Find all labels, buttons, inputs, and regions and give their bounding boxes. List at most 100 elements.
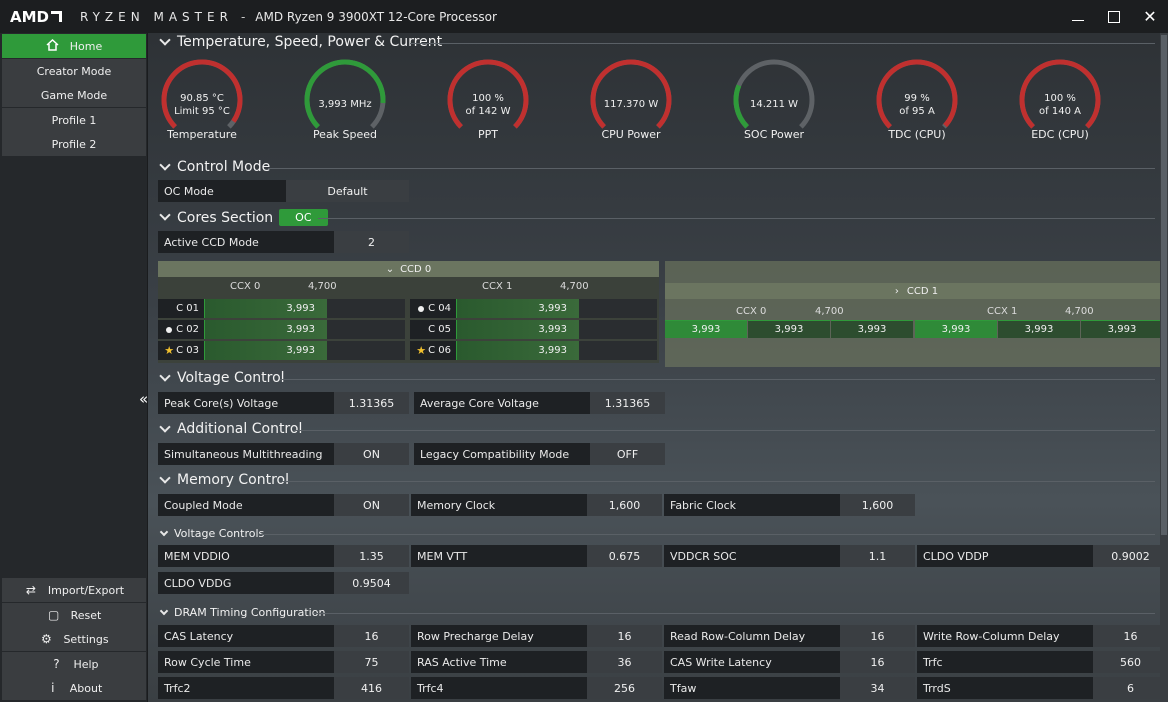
close-button[interactable]: ✕ [1132,0,1168,33]
dram-timing-field[interactable]: Trfc 560 [917,651,1168,673]
field-label: CLDO VDDG [164,576,232,590]
field-value[interactable]: 1.1 [840,545,915,567]
dram-timing-field[interactable]: Write Row-Column Delay 16 [917,625,1168,647]
voltage-control-field[interactable]: MEM VTT 0.675 [411,545,662,567]
dram-timing-field[interactable]: Tfaw 34 [664,677,915,699]
minimize-icon [1072,20,1084,21]
section-dram-timing-header[interactable]: DRAM Timing Configuration [158,606,325,619]
core-row[interactable]: C 04 3,993 [410,299,657,318]
section-divider [410,43,1155,44]
ccd0-header[interactable]: ⌄ CCD 0 [158,261,659,277]
active-ccd-mode-field[interactable]: Active CCD Mode 2 [158,231,409,253]
memory-clock-field[interactable]: Memory Clock 1,600 [411,494,662,516]
core-name-label: C 03 [176,345,199,356]
section-additional-control-header[interactable]: Additional Control [158,420,303,437]
field-value[interactable]: 16 [1093,625,1168,647]
gauge: 100 % of 142 W PPT [438,53,538,153]
sidebar-item-reset[interactable]: ▢ Reset [2,603,146,627]
coupled-mode-value[interactable]: ON [334,494,409,516]
sidebar-item-help[interactable]: ? Help [2,652,146,676]
core-row[interactable]: C 05 3,993 [410,320,657,339]
sidebar-item-settings[interactable]: ⚙ Settings [2,627,146,651]
field-value[interactable]: 560 [1093,651,1168,673]
oc-mode-value[interactable]: Default [286,180,409,202]
dram-timing-field[interactable]: CAS Latency 16 [158,625,409,647]
field-value[interactable]: 16 [840,651,915,673]
dram-timing-field[interactable]: CAS Write Latency 16 [664,651,915,673]
gauge: 90.85 °C Limit 95 °C Temperature [152,53,252,153]
title-separator: - [240,9,246,24]
core-tail [579,320,657,339]
core-row[interactable]: ★ C 03 3,993 [158,341,405,360]
ccd1-header[interactable]: › CCD 1 [665,283,1168,299]
dram-timing-field[interactable]: RAS Active Time 36 [411,651,662,673]
core-name: C 05 [410,320,456,339]
voltage-control-field[interactable]: CLDO VDDP 0.9002 [917,545,1168,567]
sidebar-item-home[interactable]: Home [2,34,146,58]
core-name: C 01 [158,299,204,318]
dram-timing-field[interactable]: Trfc2 416 [158,677,409,699]
legacy-compat-value[interactable]: OFF [590,443,665,465]
section-temperature-header[interactable]: Temperature, Speed, Power & Current [158,33,442,50]
section-memory-control-header[interactable]: Memory Control [158,471,289,488]
field-value[interactable]: 1.35 [334,545,409,567]
field-value[interactable]: 6 [1093,677,1168,699]
oc-mode-field[interactable]: OC Mode Default [158,180,409,202]
sidebar-item-import-export[interactable]: ⇄ Import/Export [2,578,146,602]
core-row[interactable]: C 01 3,993 [158,299,405,318]
smt-value[interactable]: ON [334,443,409,465]
fabric-clock-value[interactable]: 1,600 [840,494,915,516]
active-ccd-value[interactable]: 2 [334,231,409,253]
field-value[interactable]: 0.675 [587,545,662,567]
dram-timing-field[interactable]: Trfc4 256 [411,677,662,699]
field-value[interactable]: 36 [587,651,662,673]
field-label: Write Row-Column Delay [923,629,1060,643]
fabric-clock-field[interactable]: Fabric Clock 1,600 [664,494,915,516]
core-row[interactable]: ★ C 06 3,993 [410,341,657,360]
field-value[interactable]: 0.9002 [1093,545,1168,567]
field-value[interactable]: 256 [587,677,662,699]
scrollbar-thumb[interactable] [1161,35,1167,535]
sidebar-item-profile-2[interactable]: Profile 2 [2,132,146,156]
section-control-mode-header[interactable]: Control Mode [158,158,270,175]
sidebar-item-about[interactable]: i About [2,676,146,700]
minimize-button[interactable] [1060,0,1096,33]
field-value[interactable]: 0.9504 [334,572,409,594]
field-label: Simultaneous Multithreading [164,447,323,461]
ccx0-frequency: 4,700 [815,306,844,317]
section-cores-header[interactable]: Cores Section OC [158,209,328,226]
dram-timing-field[interactable]: Row Cycle Time 75 [158,651,409,673]
field-value[interactable]: 16 [840,625,915,647]
chevron-down-icon [159,606,169,615]
core-row[interactable]: C 02 3,993 [158,320,405,339]
dram-timing-field[interactable]: TrrdS 6 [917,677,1168,699]
section-title: Additional Control [177,421,303,437]
field-value[interactable]: 16 [587,625,662,647]
voltage-control-field[interactable]: CLDO VDDG 0.9504 [158,572,409,594]
sidebar-item-label: Help [73,657,99,671]
voltage-control-field[interactable]: VDDCR SOC 1.1 [664,545,915,567]
sidebar-item-creator-mode[interactable]: Creator Mode [2,59,146,83]
voltage-control-field[interactable]: MEM VDDIO 1.35 [158,545,409,567]
legacy-compat-field[interactable]: Legacy Compatibility Mode OFF [414,443,665,465]
core-name-label: C 05 [428,324,451,335]
gauge: 100 % of 140 A EDC (CPU) [1010,53,1110,153]
field-value[interactable]: 75 [334,651,409,673]
section-voltage-controls-header[interactable]: Voltage Controls [158,527,264,540]
collapse-sidebar-button[interactable]: « [139,390,148,408]
dram-timing-field[interactable]: Read Row-Column Delay 16 [664,625,915,647]
field-value[interactable]: 416 [334,677,409,699]
ccd1-panel: › CCD 1 CCX 0 4,700 CCX 1 4,700 3,993 3,9… [665,261,1168,367]
sidebar-item-profile-1[interactable]: Profile 1 [2,108,146,132]
dram-timing-field[interactable]: Row Precharge Delay 16 [411,625,662,647]
maximize-button[interactable] [1096,0,1132,33]
smt-field[interactable]: Simultaneous Multithreading ON [158,443,409,465]
section-voltage-control-header[interactable]: Voltage Control [158,369,285,386]
memory-clock-value[interactable]: 1,600 [587,494,662,516]
coupled-mode-field[interactable]: Coupled Mode ON [158,494,409,516]
section-title: Memory Control [177,472,289,488]
field-value[interactable]: 34 [840,677,915,699]
sidebar-item-game-mode[interactable]: Game Mode [2,83,146,107]
scrollbar[interactable] [1160,33,1168,702]
field-value[interactable]: 16 [334,625,409,647]
